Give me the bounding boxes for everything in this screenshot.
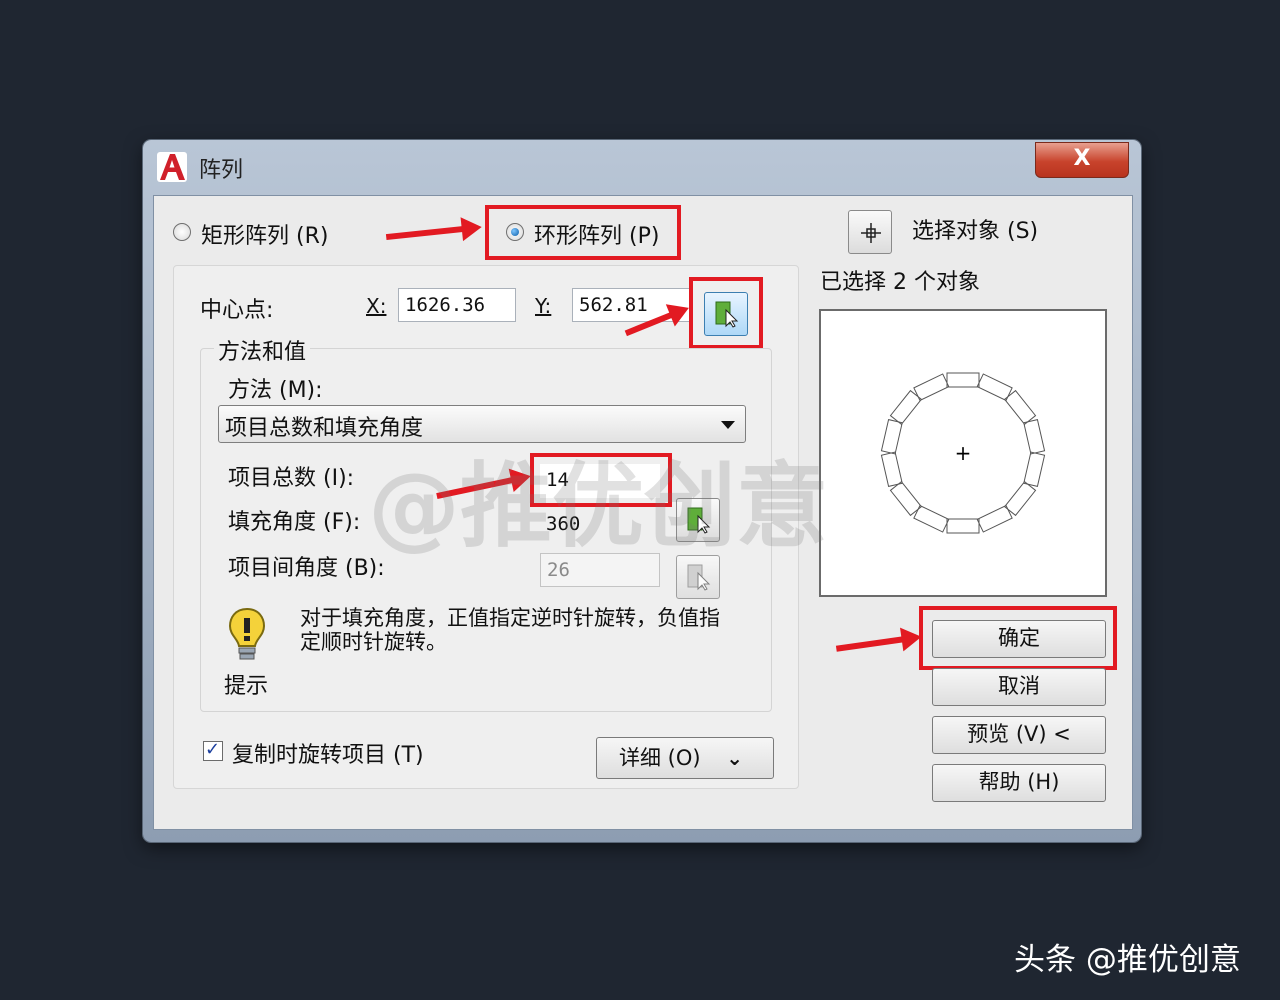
preview-array-item — [946, 518, 980, 534]
double-chevron-down-icon: ⌄ — [726, 746, 743, 770]
pick-angle-disabled-icon — [687, 564, 711, 591]
help-button[interactable]: 帮助 (H) — [932, 764, 1106, 802]
polar-array-preview: + — [880, 372, 1046, 534]
rect-array-label[interactable]: 矩形阵列 (R) — [201, 218, 328, 250]
preview-array-item — [976, 504, 1013, 533]
tip-text: 对于填充角度，正值指定逆时针旋转，负值指定顺时针旋转。 — [300, 606, 720, 654]
cancel-button[interactable]: 取消 — [932, 668, 1106, 706]
center-x-input[interactable]: 1626.36 — [398, 288, 516, 322]
preview-array-item — [889, 389, 923, 426]
preview-array-item — [976, 373, 1013, 402]
preview-array-item — [889, 480, 923, 517]
preview-array-item — [946, 372, 980, 388]
preview-array-item — [1023, 451, 1046, 487]
preview-array-item — [913, 373, 950, 402]
polar-array-radio[interactable] — [506, 223, 524, 241]
rotate-items-checkbox[interactable]: ✓ — [203, 739, 223, 761]
rotate-items-label[interactable]: 复制时旋转项目 (T) — [232, 737, 424, 769]
preview-array-item — [880, 451, 903, 487]
crosshair-icon — [861, 223, 881, 243]
select-objects-button[interactable] — [848, 210, 892, 254]
pick-center-button[interactable] — [704, 292, 748, 336]
ok-button[interactable]: 确定 — [932, 620, 1106, 658]
watermark: @推优创意 — [368, 453, 829, 560]
center-x-label: X: — [366, 294, 387, 318]
preview-array-item — [1003, 480, 1037, 517]
details-button-label: 详细 (O) — [619, 746, 701, 770]
angle-between-label: 项目间角度 (B): — [228, 556, 385, 581]
center-point-label: 中心点: — [200, 298, 274, 323]
autocad-logo-icon — [157, 152, 187, 182]
method-group-title: 方法和值 — [214, 334, 311, 366]
window-title: 阵列 — [199, 158, 244, 183]
preview-center-marker: + — [955, 441, 972, 465]
total-items-label: 项目总数 (I): — [228, 466, 355, 491]
tip-label: 提示 — [224, 674, 269, 699]
title-bar[interactable]: 阵列 X — [143, 140, 1141, 192]
preview-panel: + — [819, 309, 1107, 597]
details-button[interactable]: 详细 (O) ⌄ — [596, 737, 774, 779]
method-label: 方法 (M): — [228, 378, 323, 403]
close-button[interactable]: X — [1035, 142, 1129, 178]
select-objects-label[interactable]: 选择对象 (S) — [912, 213, 1038, 245]
preview-array-item — [880, 419, 903, 455]
preview-array-item — [913, 504, 950, 533]
preview-button[interactable]: 预览 (V) < — [932, 716, 1106, 754]
lightbulb-icon — [228, 607, 266, 660]
fill-angle-label: 填充角度 (F): — [228, 510, 361, 535]
pick-point-icon — [715, 301, 739, 328]
chevron-down-icon — [721, 421, 735, 429]
source-credit: 头条 @推优创意 — [1014, 942, 1241, 978]
center-y-label: Y: — [535, 294, 552, 318]
preview-array-item — [1023, 419, 1046, 455]
polar-array-label[interactable]: 环形阵列 (P) — [534, 218, 659, 250]
selected-count: 已选择 2 个对象 — [820, 270, 980, 295]
preview-array-item — [1003, 389, 1037, 426]
rect-array-radio[interactable] — [173, 223, 191, 241]
checkmark-icon: ✓ — [205, 739, 221, 760]
